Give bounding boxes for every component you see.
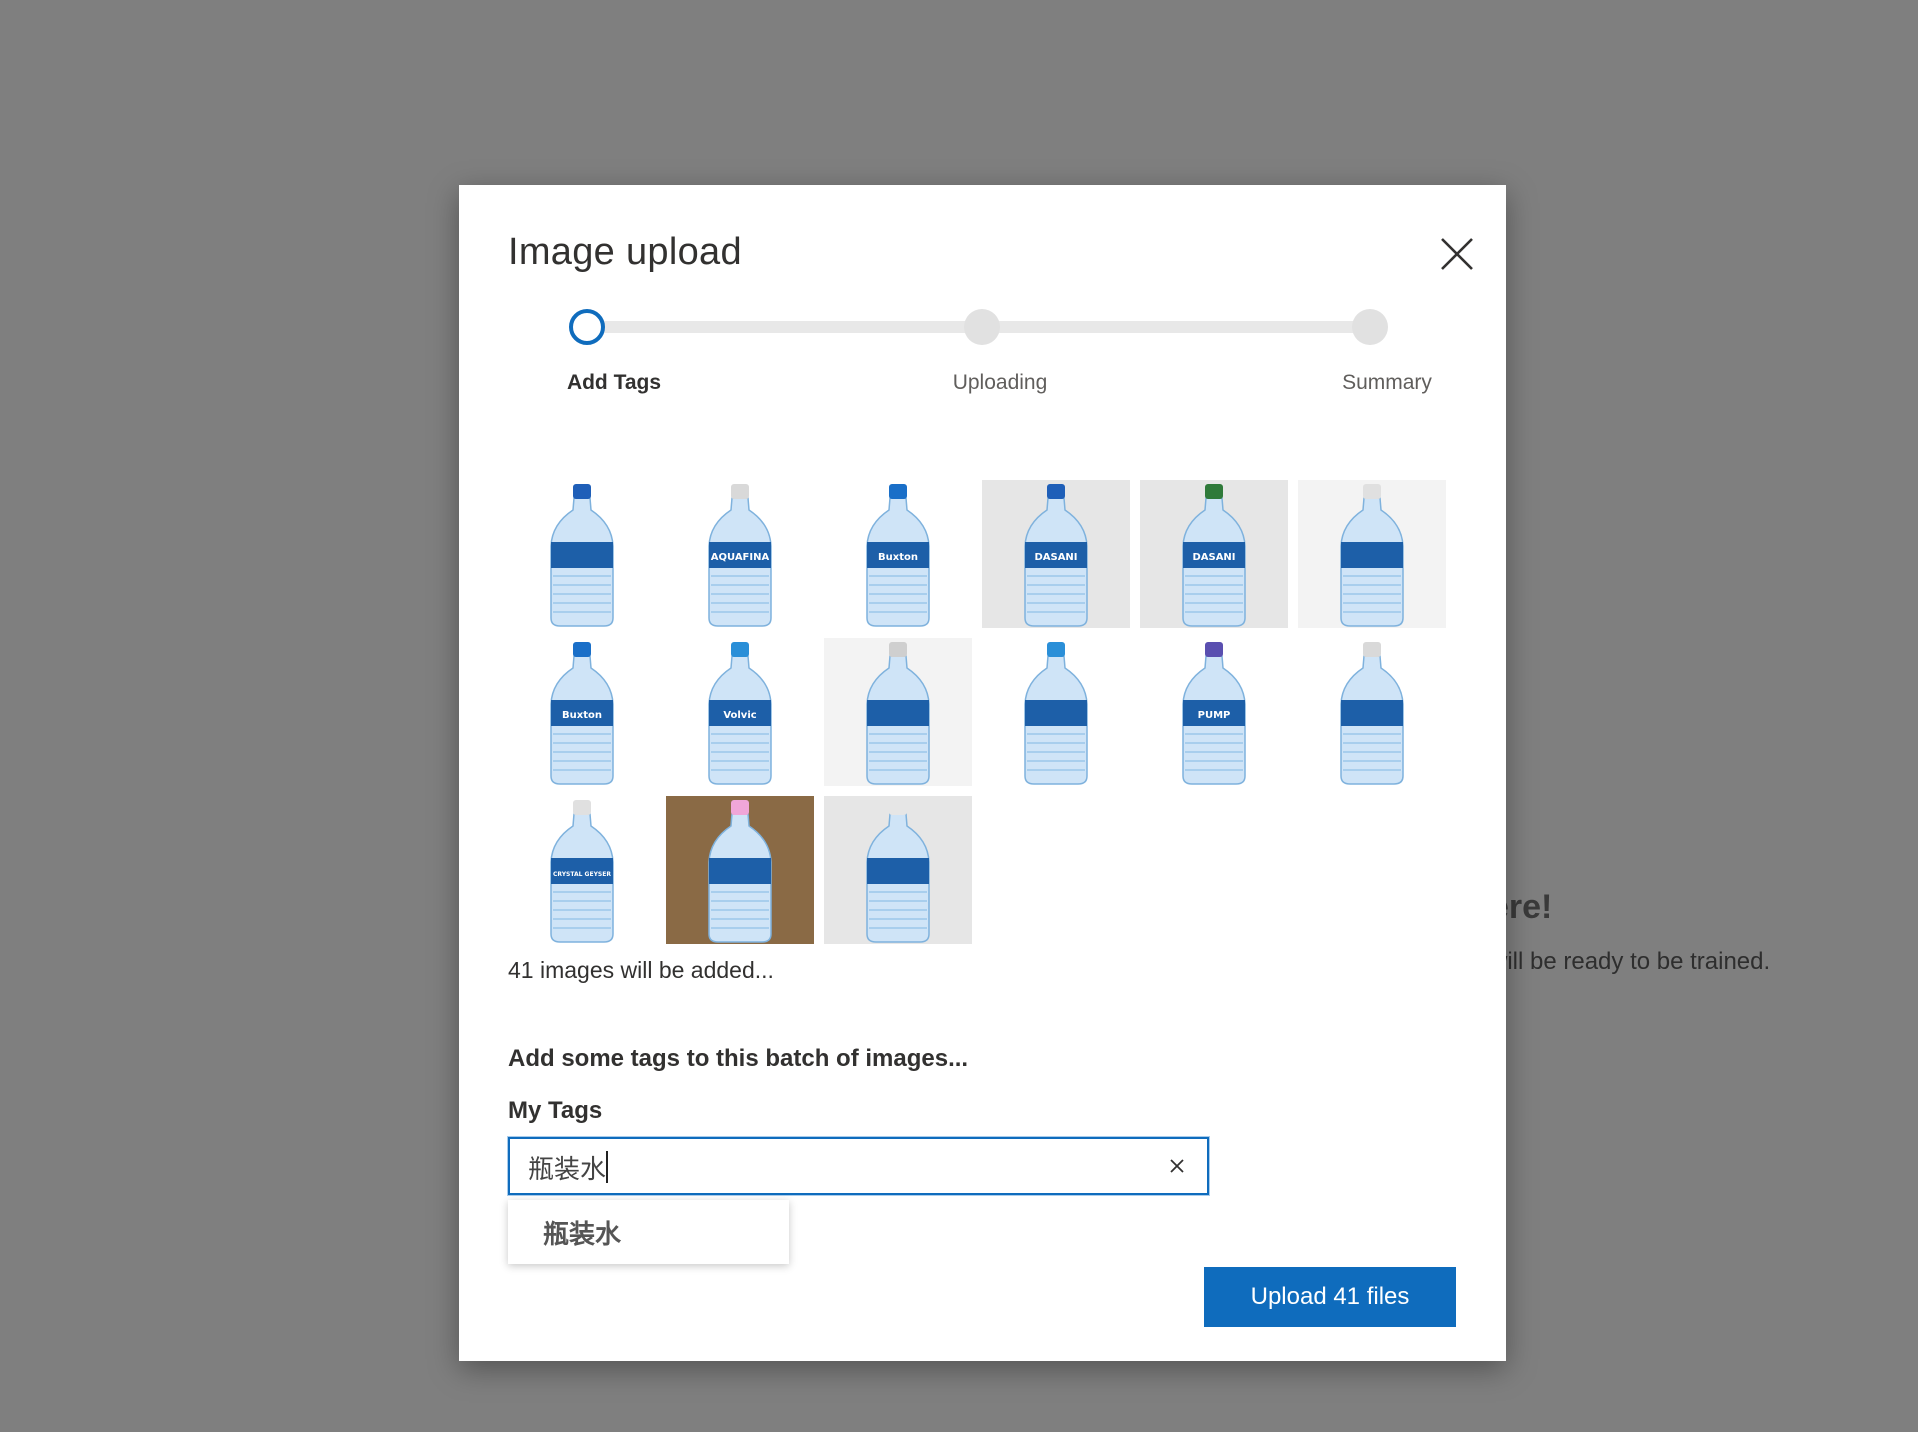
image-thumbnail: Buxton [824,480,972,628]
upload-files-button[interactable]: Upload 41 files [1204,1267,1456,1327]
clear-tag-button[interactable] [1165,1154,1189,1178]
image-thumbnail: Buxton [508,638,656,786]
water-bottle-image [866,800,930,943]
step-dot-uploading [964,309,1000,345]
water-bottle-image: CRYSTAL GEYSER [550,800,614,943]
water-bottle-image [708,800,772,943]
water-bottle-image [550,484,614,627]
tag-input[interactable] [528,1149,1128,1185]
bottle-label-text: AQUAFINA [711,552,770,563]
image-thumbnail: CRYSTAL GEYSER [508,796,656,944]
step-label-summary: Summary [1342,371,1432,394]
step-dot-summary [1352,309,1388,345]
image-thumbnail [824,796,972,944]
thumbnail-grid: AQUAFINA Buxton DASANI DASANI Buxton Volvic PU… [508,480,1458,944]
tags-heading: Add some tags to this batch of images... [508,1045,969,1072]
water-bottle-image [1340,484,1404,627]
clear-icon [1170,1159,1184,1173]
image-thumbnail: PUMP [1140,638,1288,786]
tag-suggestion-dropdown: 瓶装水 [508,1200,789,1264]
tag-input-box[interactable] [508,1137,1209,1195]
water-bottle-image: DASANI [1182,484,1246,627]
step-label-uploading: Uploading [952,371,1048,394]
water-bottle-image: Buxton [866,484,930,627]
bottle-label-text: Volvic [723,710,756,721]
image-thumbnail [508,480,656,628]
water-bottle-image: Volvic [708,642,772,785]
image-thumbnail [982,638,1130,786]
water-bottle-image: PUMP [1182,642,1246,785]
bottle-label-text: DASANI [1034,552,1077,563]
image-thumbnail: DASANI [982,480,1130,628]
image-upload-dialog: Image upload Add Tags Uploading Summary … [459,185,1506,1361]
image-thumbnail: Volvic [666,638,814,786]
water-bottle-image [1024,642,1088,785]
water-bottle-image [866,642,930,785]
my-tags-label: My Tags [508,1097,603,1124]
image-count-text: 41 images will be added... [508,957,774,983]
bottle-label-text: DASANI [1192,552,1235,563]
water-bottle-image [1340,642,1404,785]
image-thumbnail [1298,480,1446,628]
water-bottle-image: Buxton [550,642,614,785]
tag-suggestion-item[interactable]: 瓶装水 [543,1214,621,1251]
step-label-add-tags: Add Tags [566,371,662,394]
bottle-label-text: CRYSTAL GEYSER [553,871,611,878]
image-thumbnail [1298,638,1446,786]
text-caret [606,1151,608,1183]
water-bottle-image: DASANI [1024,484,1088,627]
step-dot-add-tags [569,309,605,345]
background-subtext-fragment: will be ready to be trained. [1490,948,1771,975]
image-thumbnail [824,638,972,786]
bottle-label-text: Buxton [878,552,918,563]
image-thumbnail: AQUAFINA [666,480,814,628]
image-thumbnail: DASANI [1140,480,1288,628]
image-thumbnail [666,796,814,944]
progress-stepper: Add Tags Uploading Summary [459,185,1506,425]
bottle-label-text: Buxton [562,710,602,721]
water-bottle-image: AQUAFINA [708,484,772,627]
bottle-label-text: PUMP [1198,710,1231,721]
